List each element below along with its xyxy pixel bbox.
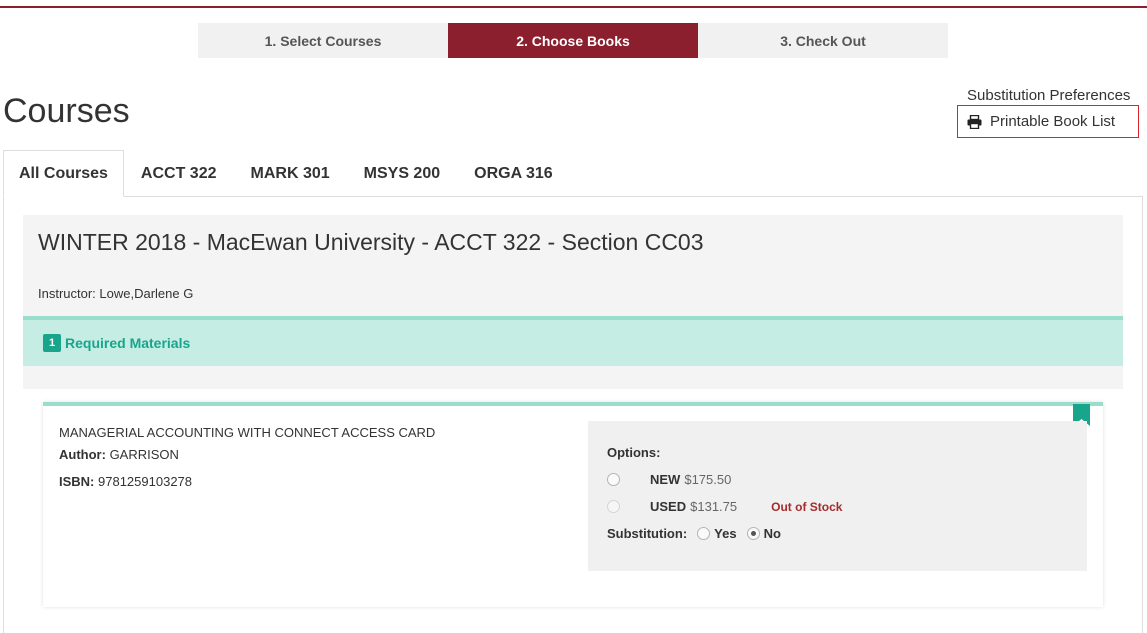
substitution-yes-radio[interactable] xyxy=(697,527,711,540)
checkout-steps: 1. Select Courses 2. Choose Books 3. Che… xyxy=(198,23,948,58)
options-label: Options: xyxy=(607,445,661,460)
isbn-label: ISBN: xyxy=(59,474,95,489)
substitution-row: Substitution: Yes No xyxy=(607,526,791,541)
substitution-preferences-link[interactable]: Substitution Preferences xyxy=(967,87,1130,104)
substitution-no-radio[interactable] xyxy=(746,527,760,540)
purchase-options: Options: NEW $175.50 USED $131.75 Out of… xyxy=(588,421,1087,571)
required-materials-label: Required Materials xyxy=(65,335,191,351)
option-new-radio[interactable] xyxy=(607,473,620,486)
book-author: Author: GARRISON xyxy=(59,447,179,462)
step-select-courses[interactable]: 1. Select Courses xyxy=(198,23,448,58)
tab-orga-316[interactable]: ORGA 316 xyxy=(457,150,570,197)
course-section: WINTER 2018 - MacEwan University - ACCT … xyxy=(23,215,1123,633)
substitution-label: Substitution: xyxy=(607,526,688,541)
tab-msys-200[interactable]: MSYS 200 xyxy=(347,150,457,197)
option-used-radio xyxy=(607,500,620,513)
author-value: GARRISON xyxy=(109,447,179,462)
step-check-out[interactable]: 3. Check Out xyxy=(698,23,948,58)
tab-all-courses[interactable]: All Courses xyxy=(3,150,124,197)
book-title: MANAGERIAL ACCOUNTING WITH CONNECT ACCES… xyxy=(59,425,436,440)
substitution-no-label: No xyxy=(763,526,781,541)
printable-book-list-label: Printable Book List xyxy=(990,113,1116,130)
printer-icon xyxy=(967,114,982,129)
tab-mark-301[interactable]: MARK 301 xyxy=(234,150,347,197)
step-choose-books[interactable]: 2. Choose Books xyxy=(448,23,698,58)
option-new-condition: NEW xyxy=(650,472,681,487)
printable-book-list-button[interactable]: Printable Book List xyxy=(957,105,1139,138)
course-tabs: All Courses ACCT 322 MARK 301 MSYS 200 O… xyxy=(3,150,570,197)
option-used: USED $131.75 Out of Stock xyxy=(607,499,842,514)
option-new-price: $175.50 xyxy=(684,472,732,487)
book-isbn: ISBN: 9781259103278 xyxy=(59,474,192,489)
isbn-value: 9781259103278 xyxy=(98,474,193,489)
required-count-badge: 1 xyxy=(43,334,61,352)
option-used-condition: USED xyxy=(650,499,687,514)
author-label: Author: xyxy=(59,447,106,462)
course-instructor: Instructor: Lowe,Darlene G xyxy=(38,286,194,301)
option-new: NEW $175.50 xyxy=(607,472,731,487)
out-of-stock-label: Out of Stock xyxy=(771,499,843,514)
book-card: MANAGERIAL ACCOUNTING WITH CONNECT ACCES… xyxy=(43,402,1103,607)
tab-acct-322[interactable]: ACCT 322 xyxy=(124,150,234,197)
substitution-yes-label: Yes xyxy=(714,526,737,541)
page-title: Courses xyxy=(3,92,130,130)
option-used-price: $131.75 xyxy=(690,499,738,514)
course-title: WINTER 2018 - MacEwan University - ACCT … xyxy=(38,229,704,255)
required-materials-header[interactable]: 1 Required Materials xyxy=(23,316,1123,366)
top-rule xyxy=(0,6,1147,8)
